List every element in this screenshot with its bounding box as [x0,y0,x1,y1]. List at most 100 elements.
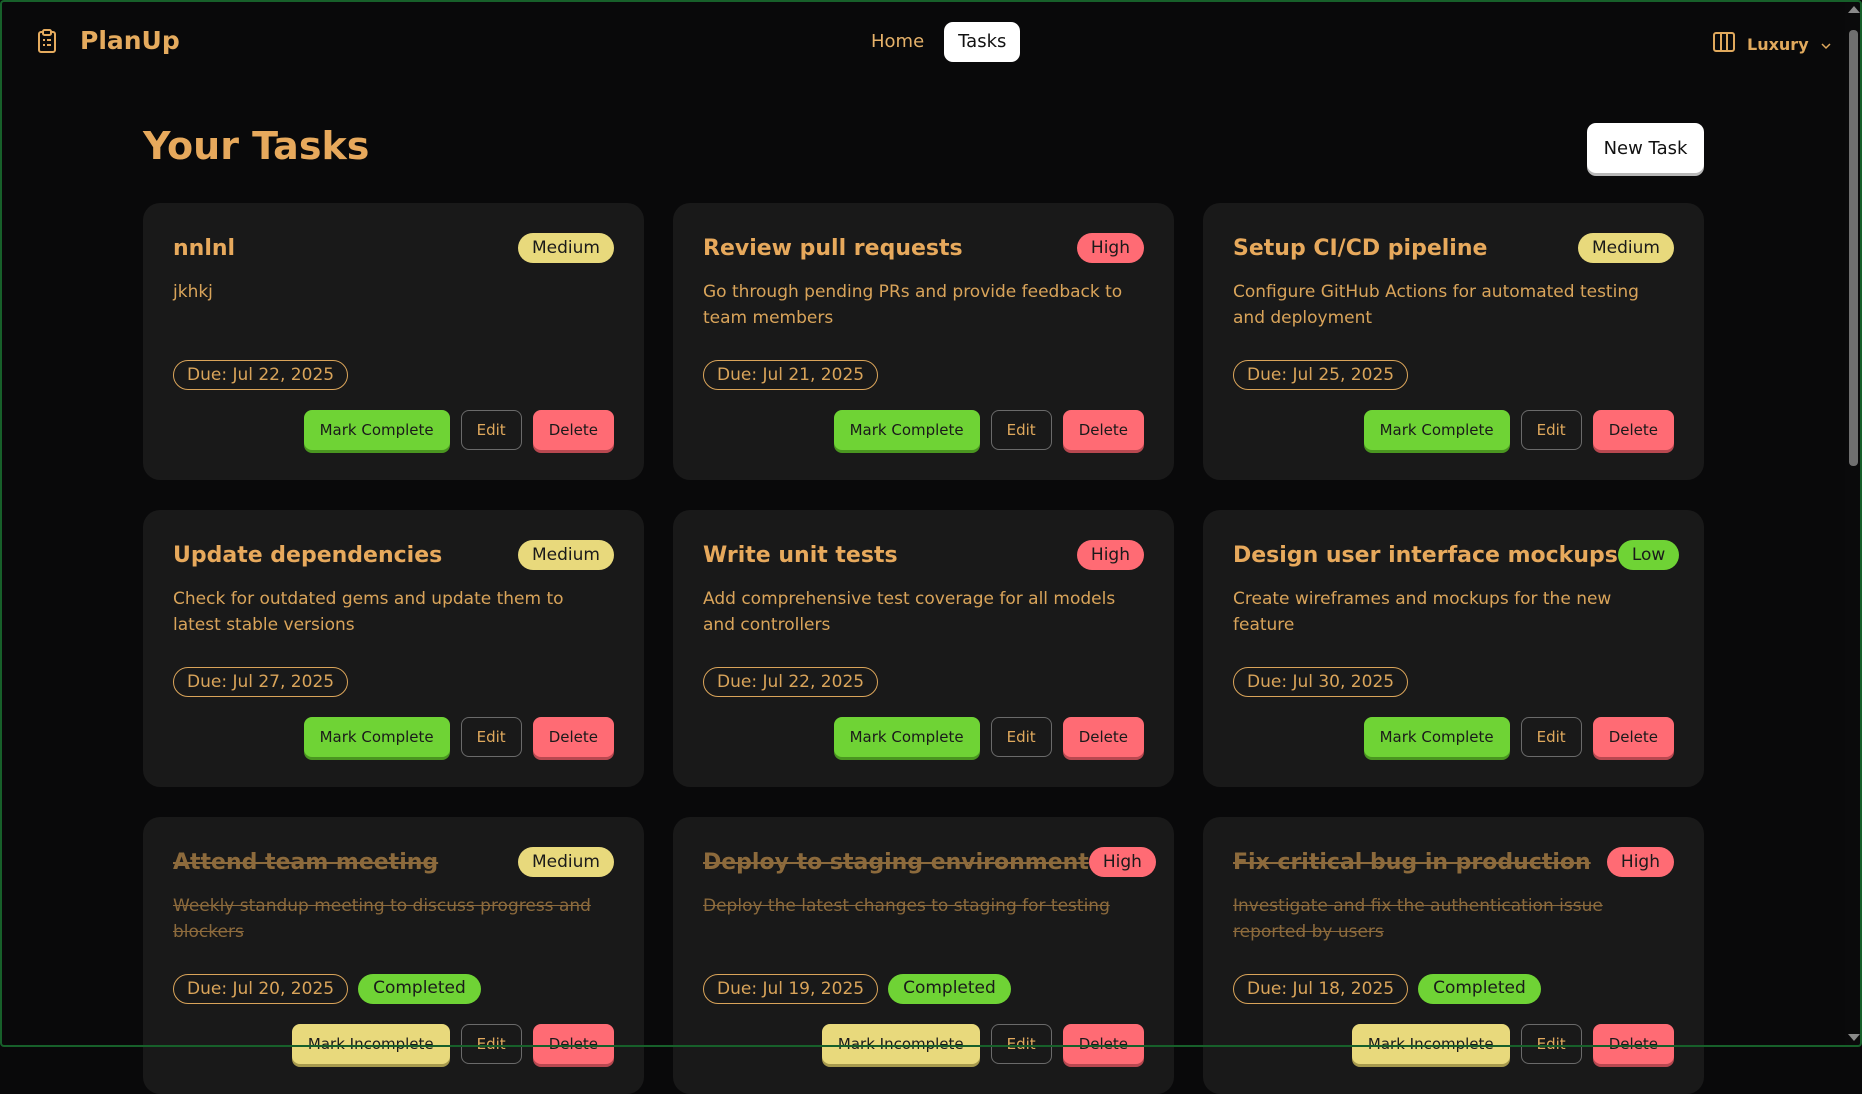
edit-button[interactable]: Edit [990,410,1052,450]
task-actions: Mark Complete Edit Delete [303,717,614,757]
columns-icon [1712,31,1736,57]
edit-button[interactable]: Edit [460,717,522,757]
task-card-header: Attend team meeting Medium [173,845,614,879]
scroll-up-arrow-icon[interactable] [1848,6,1860,13]
toggle-complete-button[interactable]: Mark Complete [1363,410,1510,450]
completed-status-badge: Completed [358,974,481,1004]
task-description: jkhkj [173,282,213,302]
delete-button[interactable]: Delete [1062,410,1144,450]
edit-button[interactable]: Edit [460,1024,522,1064]
task-title: Fix critical bug in production [1233,849,1591,875]
task-card: Design user interface mockups Low Create… [1203,510,1704,787]
task-title: Attend team meeting [173,849,439,875]
priority-badge: Medium [518,233,614,263]
task-description: Add comprehensive test coverage for all … [703,589,1116,635]
task-actions: Mark Complete Edit Delete [833,717,1144,757]
priority-badge: High [1606,847,1674,877]
toggle-complete-button[interactable]: Mark Incomplete [291,1024,450,1064]
edit-button[interactable]: Edit [1520,410,1582,450]
task-meta: Due: Jul 25, 2025 [1233,360,1409,390]
brand[interactable]: PlanUp [36,26,180,55]
delete-button[interactable]: Delete [1592,1024,1674,1064]
completed-status-badge: Completed [888,974,1011,1004]
task-card-header: Design user interface mockups Low [1233,538,1680,572]
due-date-badge: Due: Jul 19, 2025 [703,974,879,1004]
task-card-header: Deploy to staging environment High [703,845,1156,879]
due-date-badge: Due: Jul 20, 2025 [173,974,349,1004]
scroll-down-arrow-icon[interactable] [1848,1034,1860,1041]
due-date-badge: Due: Jul 18, 2025 [1233,974,1409,1004]
task-meta: Due: Jul 18, 2025 Completed [1233,974,1541,1004]
delete-button[interactable]: Delete [532,410,614,450]
task-description: Deploy the latest changes to staging for… [703,896,1110,916]
due-date-badge: Due: Jul 25, 2025 [1233,360,1409,390]
task-meta: Due: Jul 22, 2025 [703,667,879,697]
task-description: Configure GitHub Actions for automated t… [1233,282,1639,328]
delete-button[interactable]: Delete [532,717,614,757]
toggle-complete-button[interactable]: Mark Complete [303,410,450,450]
navbar: PlanUp Home Tasks Luxury [0,0,1845,86]
due-date-badge: Due: Jul 22, 2025 [173,360,349,390]
priority-badge: Medium [1578,233,1674,263]
delete-button[interactable]: Delete [1592,410,1674,450]
toggle-complete-button[interactable]: Mark Complete [833,717,980,757]
task-meta: Due: Jul 21, 2025 [703,360,879,390]
edit-button[interactable]: Edit [460,410,522,450]
task-meta: Due: Jul 30, 2025 [1233,667,1409,697]
task-title: nnlnl [173,235,236,261]
task-actions: Mark Complete Edit Delete [1363,717,1674,757]
task-card: Review pull requests High Go through pen… [673,203,1174,480]
scrollbar[interactable] [1845,0,1862,1047]
task-actions: Mark Complete Edit Delete [1363,410,1674,450]
task-actions: Mark Complete Edit Delete [303,410,614,450]
priority-badge: Low [1617,540,1680,570]
theme-dropdown[interactable]: Luxury [1712,31,1832,57]
task-actions: Mark Complete Edit Delete [833,410,1144,450]
edit-button[interactable]: Edit [1520,1024,1582,1064]
due-date-badge: Due: Jul 21, 2025 [703,360,879,390]
task-card: Update dependencies Medium Check for out… [143,510,644,787]
task-card-header: Setup CI/CD pipeline Medium [1233,231,1674,265]
delete-button[interactable]: Delete [1062,717,1144,757]
task-actions: Mark Incomplete Edit Delete [291,1024,614,1064]
task-meta: Due: Jul 20, 2025 Completed [173,974,481,1004]
task-title: Deploy to staging environment [703,849,1089,875]
edit-button[interactable]: Edit [990,1024,1052,1064]
task-card: Fix critical bug in production High Inve… [1203,817,1704,1094]
priority-badge: Medium [518,540,614,570]
task-card: Write unit tests High Add comprehensive … [673,510,1174,787]
toggle-complete-button[interactable]: Mark Incomplete [1351,1024,1510,1064]
toggle-complete-button[interactable]: Mark Complete [303,717,450,757]
task-card-header: Write unit tests High [703,538,1144,572]
clipboard-icon [36,28,58,54]
task-description: Check for outdated gems and update them … [173,589,564,635]
delete-button[interactable]: Delete [1062,1024,1144,1064]
task-title: Review pull requests [703,235,963,261]
task-meta: Due: Jul 27, 2025 [173,667,349,697]
priority-badge: Medium [518,847,614,877]
task-card: nnlnl Medium jkhkj Due: Jul 22, 2025 Mar… [143,203,644,480]
chevron-down-icon [1820,35,1832,54]
edit-button[interactable]: Edit [990,717,1052,757]
task-title: Update dependencies [173,542,443,568]
due-date-badge: Due: Jul 22, 2025 [703,667,879,697]
toggle-complete-button[interactable]: Mark Incomplete [821,1024,980,1064]
task-description: Weekly standup meeting to discuss progre… [173,896,591,942]
scrollbar-thumb[interactable] [1849,30,1858,466]
task-title: Setup CI/CD pipeline [1233,235,1488,261]
delete-button[interactable]: Delete [1592,717,1674,757]
brand-name: PlanUp [80,26,180,55]
nav-link-tasks[interactable]: Tasks [944,22,1021,62]
toggle-complete-button[interactable]: Mark Complete [833,410,980,450]
task-title: Write unit tests [703,542,898,568]
task-grid: nnlnl Medium jkhkj Due: Jul 22, 2025 Mar… [143,203,1704,1094]
edit-button[interactable]: Edit [1520,717,1582,757]
nav-link-home[interactable]: Home [857,22,938,62]
task-description: Go through pending PRs and provide feedb… [703,282,1123,328]
page-title: Your Tasks [143,124,370,168]
new-task-button[interactable]: New Task [1587,123,1704,173]
delete-button[interactable]: Delete [532,1024,614,1064]
task-actions: Mark Incomplete Edit Delete [821,1024,1144,1064]
toggle-complete-button[interactable]: Mark Complete [1363,717,1510,757]
priority-badge: High [1076,540,1144,570]
